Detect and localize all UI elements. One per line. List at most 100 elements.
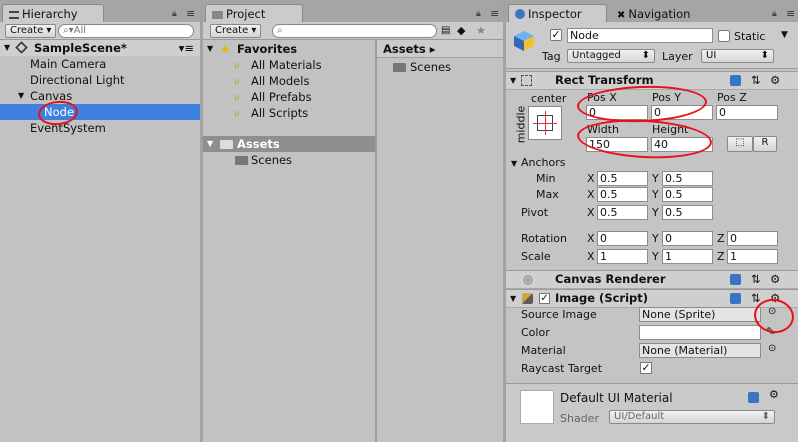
panel-menu-icon[interactable]: ≡ — [786, 7, 795, 20]
help-icon[interactable] — [730, 274, 741, 285]
raycast-target-checkbox[interactable]: ✓ — [640, 362, 652, 374]
panel-menu-icon[interactable]: ≡ — [186, 7, 195, 20]
tag-dropdown[interactable]: Untagged ⬍ — [567, 49, 655, 63]
raw-edit-button[interactable]: R — [753, 136, 777, 152]
favorite-all-prefabs[interactable]: ⌕ All Prefabs — [203, 89, 375, 105]
source-image-field[interactable]: None (Sprite) — [639, 307, 761, 322]
tree-item-node[interactable]: Node — [0, 104, 200, 120]
tab-navigation[interactable]: ✖ Navigation — [610, 4, 710, 22]
search-input[interactable]: ⌕ — [272, 24, 437, 38]
info-icon — [515, 9, 525, 19]
static-dropdown-icon[interactable]: ▼ — [781, 30, 788, 40]
list-item[interactable]: Scenes — [377, 59, 503, 75]
help-icon[interactable] — [730, 75, 741, 86]
layer-dropdown[interactable]: UI ⬍ — [701, 49, 774, 63]
image-script-header[interactable]: ▼ ✓ Image (Script) ⇅ ⚙ — [506, 289, 798, 308]
gear-icon[interactable]: ⚙ — [769, 388, 779, 401]
tab-project[interactable]: Project — [205, 4, 303, 22]
project-toolbar: Create ▾ ⌕ ▤ ◆ ★ — [203, 22, 503, 40]
search-icon: ⌕ — [234, 74, 241, 88]
scene-row[interactable]: ▼ SampleScene* ▾≡ — [0, 40, 200, 56]
tree-item-scenes[interactable]: Scenes — [203, 152, 375, 168]
create-button[interactable]: Create ▾ — [210, 24, 262, 38]
search-icon: ⌕ — [234, 90, 241, 104]
canvas-renderer-icon: ◎ — [523, 272, 534, 286]
gear-icon[interactable]: ⚙ — [770, 271, 780, 288]
expand-arrow-icon[interactable]: ▼ — [207, 136, 213, 152]
expand-arrow-icon[interactable]: ▼ — [207, 41, 213, 57]
gear-icon[interactable]: ⚙ — [770, 72, 780, 89]
anchor-max-x-field[interactable]: 0.5 — [597, 187, 648, 202]
pos-z-label: Pos Z — [717, 91, 747, 104]
axis-x-label: X — [587, 232, 595, 245]
object-name-field[interactable]: Node — [567, 28, 713, 43]
search-icon: ⌕ — [234, 58, 241, 72]
blueprint-mode-button[interactable]: ⬚ — [727, 136, 753, 152]
favorite-star-icon[interactable]: ★ — [476, 24, 486, 37]
raycast-target-label: Raycast Target — [521, 362, 603, 375]
static-checkbox[interactable] — [718, 30, 730, 42]
pos-z-field[interactable]: 0 — [716, 105, 778, 120]
favorite-all-models[interactable]: ⌕ All Models — [203, 73, 375, 89]
tree-item-directional-light[interactable]: Directional Light — [0, 72, 200, 88]
shader-label: Shader — [560, 412, 599, 425]
material-field[interactable]: None (Material) — [639, 343, 761, 358]
rotation-z-field[interactable]: 0 — [727, 231, 778, 246]
expand-arrow-icon[interactable]: ▼ — [511, 159, 517, 168]
tree-item-main-camera[interactable]: Main Camera — [0, 56, 200, 72]
favorite-all-scripts[interactable]: ⌕ All Scripts — [203, 105, 375, 121]
assets-row[interactable]: ▼ Assets — [203, 136, 375, 152]
active-checkbox[interactable]: ✓ — [550, 29, 562, 41]
tab-hierarchy[interactable]: Hierarchy — [2, 4, 104, 22]
favorite-all-materials[interactable]: ⌕ All Materials — [203, 57, 375, 73]
canvas-renderer-header[interactable]: ◎ Canvas Renderer ⇅ ⚙ — [506, 270, 798, 289]
axis-y-label: Y — [652, 172, 659, 185]
filter-type-icon[interactable]: ▤ — [441, 25, 450, 36]
anchor-preset-button[interactable] — [528, 106, 562, 140]
panel-menu-icon[interactable]: ≡ — [490, 7, 499, 20]
color-field[interactable] — [639, 325, 761, 340]
search-icon: ⌕ — [234, 106, 241, 120]
tree-item-canvas[interactable]: ▼ Canvas — [0, 88, 200, 104]
object-picker-icon[interactable]: ⊙ — [768, 343, 776, 354]
rotation-x-field[interactable]: 0 — [597, 231, 648, 246]
create-button[interactable]: Create ▾ — [5, 24, 57, 38]
expand-arrow-icon[interactable]: ▼ — [4, 40, 10, 56]
expand-arrow-icon[interactable]: ▼ — [510, 72, 516, 89]
enabled-checkbox[interactable]: ✓ — [539, 293, 550, 304]
search-input[interactable]: ⌕▾All — [58, 24, 194, 38]
shader-dropdown[interactable]: UI/Default ⬍ — [609, 410, 775, 424]
lock-icon[interactable]: 🔒︎ — [172, 9, 177, 19]
filter-label-icon[interactable]: ◆ — [457, 24, 465, 37]
axis-z-label: Z — [717, 232, 725, 245]
lock-icon[interactable]: 🔒︎ — [772, 9, 777, 19]
folder-icon — [235, 156, 248, 165]
search-icon: ⌕ — [277, 25, 283, 36]
pivot-y-field[interactable]: 0.5 — [662, 205, 713, 220]
object-header: ✓ Node Static ▼ Tag Untagged ⬍ Layer UI ⬍ — [506, 22, 798, 69]
scene-menu-icon[interactable]: ▾≡ — [179, 40, 194, 56]
tab-inspector[interactable]: Inspector — [508, 4, 607, 22]
scale-y-field[interactable]: 1 — [662, 249, 713, 264]
scale-z-field[interactable]: 1 — [727, 249, 778, 264]
scale-x-field[interactable]: 1 — [597, 249, 648, 264]
pivot-x-field[interactable]: 0.5 — [597, 205, 648, 220]
preset-icon[interactable]: ⇅ — [751, 271, 761, 288]
favorites-row[interactable]: ▼ ★ Favorites — [203, 41, 375, 57]
preset-icon[interactable]: ⇅ — [751, 72, 761, 89]
annotation-circle — [576, 116, 713, 162]
expand-arrow-icon[interactable]: ▼ — [18, 88, 24, 104]
anchor-min-y-field[interactable]: 0.5 — [662, 171, 713, 186]
anchor-max-y-field[interactable]: 0.5 — [662, 187, 713, 202]
axis-y-label: Y — [652, 188, 659, 201]
max-label: Max — [536, 188, 559, 201]
anchor-min-x-field[interactable]: 0.5 — [597, 171, 648, 186]
pivot-label: Pivot — [521, 206, 549, 219]
rotation-y-field[interactable]: 0 — [662, 231, 713, 246]
help-icon[interactable] — [748, 392, 759, 403]
lock-icon[interactable]: 🔒︎ — [476, 9, 481, 19]
help-icon[interactable] — [730, 293, 741, 304]
source-image-label: Source Image — [521, 308, 597, 321]
expand-arrow-icon[interactable]: ▼ — [510, 290, 516, 307]
tree-item-eventsystem[interactable]: EventSystem — [0, 120, 200, 136]
